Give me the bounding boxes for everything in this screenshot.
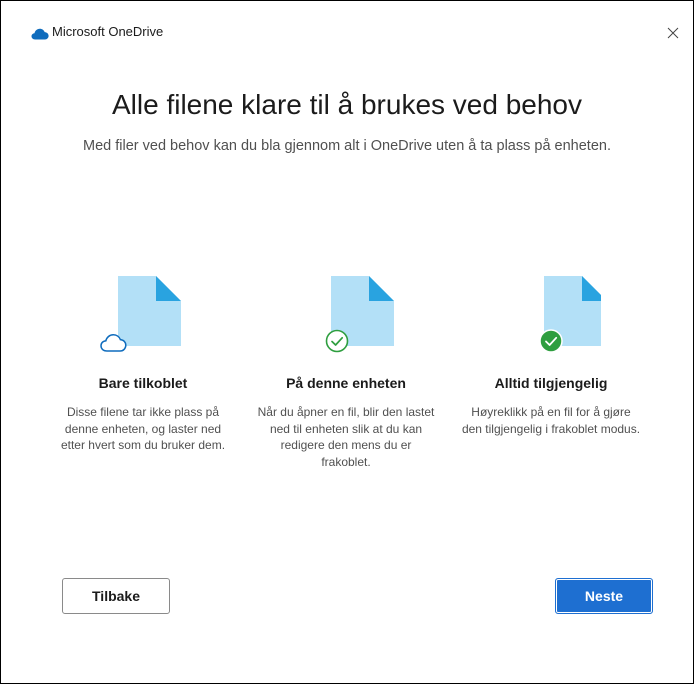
next-button[interactable]: Neste xyxy=(555,578,653,614)
option-description: Når du åpner en fil, blir den lastet ned… xyxy=(257,405,435,469)
option-title: Alltid tilgjengelig xyxy=(494,375,608,391)
option-on-device: På denne enheten Når du åpner en fil, bl… xyxy=(246,271,446,470)
online-only-cloud-icon xyxy=(43,271,243,359)
onedrive-setup-window: Microsoft OneDrive Alle filene klare til… xyxy=(0,0,694,684)
option-description: Høyreklikk på en fil for å gjøre den til… xyxy=(461,405,641,436)
option-title: På denne enheten xyxy=(286,375,406,391)
window-title: Microsoft OneDrive xyxy=(52,24,164,39)
locally-available-check-icon xyxy=(246,271,446,359)
always-available-check-icon xyxy=(451,271,651,359)
option-always-available: Alltid tilgjengelig Høyreklikk på en fil… xyxy=(451,271,651,437)
onedrive-cloud-icon xyxy=(31,27,49,40)
close-icon[interactable] xyxy=(663,23,683,43)
page-subtitle: Med filer ved behov kan du bla gjennom a… xyxy=(83,138,611,154)
back-button[interactable]: Tilbake xyxy=(62,578,170,614)
option-description: Disse filene tar ikke plass på denne enh… xyxy=(60,405,226,452)
title-bar: Microsoft OneDrive xyxy=(1,1,693,41)
page-title: Alle filene klare til å brukes ved behov xyxy=(111,89,583,120)
option-title: Bare tilkoblet xyxy=(98,375,188,391)
option-online-only: Bare tilkoblet Disse filene tar ikke pla… xyxy=(43,271,243,454)
